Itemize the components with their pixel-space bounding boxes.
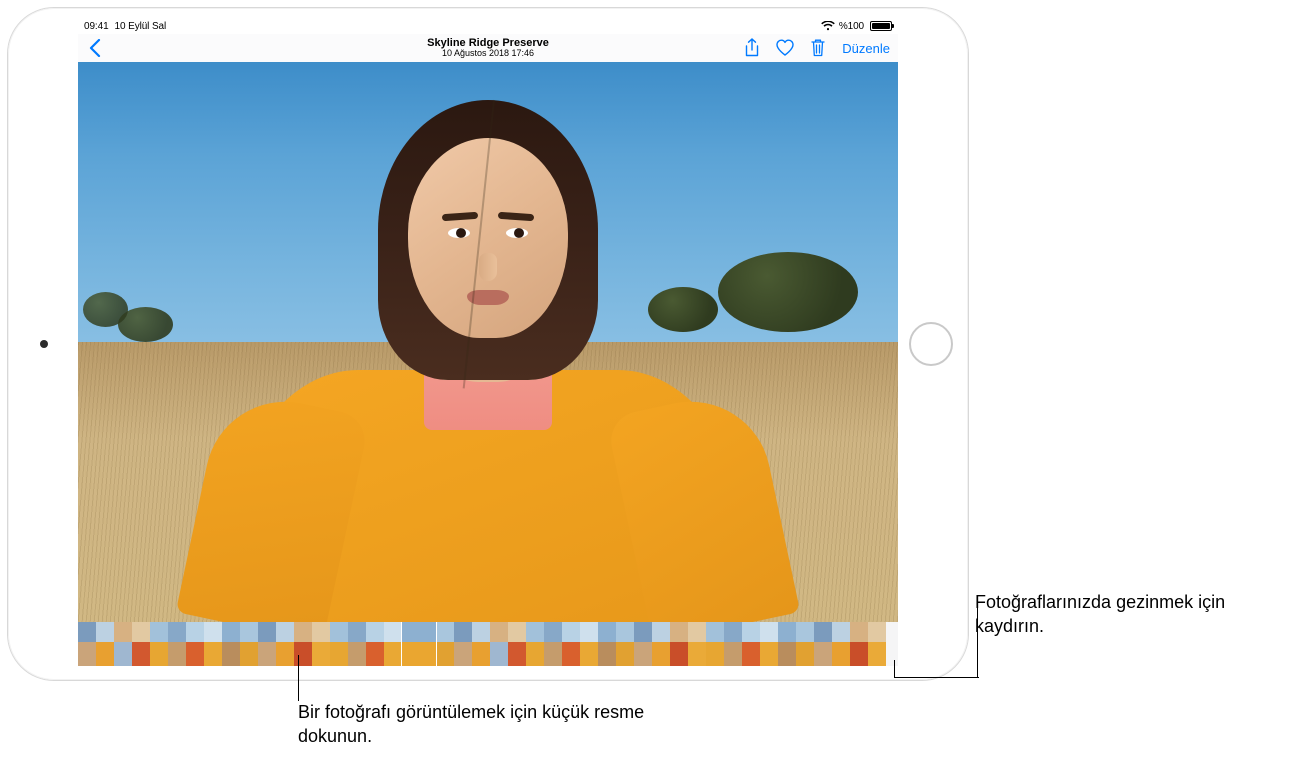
thumbnail[interactable] xyxy=(150,622,168,666)
thumbnail[interactable] xyxy=(778,622,796,666)
thumbnail[interactable] xyxy=(78,622,96,666)
thumbnail[interactable] xyxy=(652,622,670,666)
battery-icon xyxy=(870,21,892,31)
status-date: 10 Eylül Sal xyxy=(115,21,167,32)
thumbnail[interactable] xyxy=(240,622,258,666)
delete-button[interactable] xyxy=(808,38,828,58)
thumbnail[interactable] xyxy=(670,622,688,666)
thumbnail[interactable] xyxy=(312,622,330,666)
thumbnail[interactable] xyxy=(814,622,832,666)
thumbnail[interactable] xyxy=(760,622,778,666)
callout-leader-line xyxy=(894,660,895,678)
thumbnail[interactable] xyxy=(562,622,580,666)
thumbnail[interactable] xyxy=(96,622,114,666)
edit-button[interactable]: Düzenle xyxy=(842,41,890,56)
status-time: 09:41 xyxy=(84,21,109,32)
callout-leader-line xyxy=(894,677,979,678)
thumbnail[interactable] xyxy=(616,622,634,666)
thumbnail[interactable] xyxy=(204,622,222,666)
wifi-icon xyxy=(821,21,835,31)
home-button[interactable] xyxy=(909,322,953,366)
thumbnail[interactable] xyxy=(544,622,562,666)
thumbnail[interactable] xyxy=(526,622,544,666)
thumbnail[interactable] xyxy=(168,622,186,666)
thumbnail[interactable] xyxy=(436,622,454,666)
back-button[interactable] xyxy=(86,37,104,59)
thumbnail[interactable] xyxy=(580,622,598,666)
thumbnail[interactable] xyxy=(114,622,132,666)
thumbnail[interactable] xyxy=(348,622,366,666)
thumbnail[interactable] xyxy=(598,622,616,666)
ipad-device-frame: 09:41 10 Eylül Sal %100 Skyline Ridge Pr… xyxy=(8,8,968,680)
status-bar: 09:41 10 Eylül Sal %100 xyxy=(78,18,898,34)
thumbnail[interactable] xyxy=(508,622,526,666)
thumbnail[interactable] xyxy=(186,622,204,666)
thumbnail[interactable] xyxy=(366,622,384,666)
thumbnail[interactable] xyxy=(472,622,490,666)
thumbnail[interactable] xyxy=(222,622,240,666)
callout-tap-thumbnail: Bir fotoğrafı görüntülemek için küçük re… xyxy=(298,700,658,749)
thumbnail[interactable] xyxy=(258,622,276,666)
thumbnail[interactable] xyxy=(796,622,814,666)
screen: 09:41 10 Eylül Sal %100 Skyline Ridge Pr… xyxy=(78,18,898,670)
thumbnail[interactable] xyxy=(294,622,312,666)
favorite-button[interactable] xyxy=(775,39,795,57)
share-button[interactable] xyxy=(742,38,762,58)
thumbnail[interactable] xyxy=(742,622,760,666)
thumbnail[interactable] xyxy=(276,622,294,666)
thumbnail[interactable] xyxy=(832,622,850,666)
thumbnail[interactable] xyxy=(850,622,868,666)
thumbnail[interactable] xyxy=(490,622,508,666)
thumbnail[interactable] xyxy=(634,622,652,666)
thumbnail[interactable] xyxy=(688,622,706,666)
front-camera xyxy=(40,340,48,348)
thumbnail[interactable] xyxy=(330,622,348,666)
thumbnail[interactable] xyxy=(706,622,724,666)
thumbnail-strip[interactable] xyxy=(78,622,898,666)
main-photo[interactable] xyxy=(78,62,898,622)
callout-leader-line xyxy=(298,655,299,701)
thumbnail[interactable] xyxy=(454,622,472,666)
thumbnail[interactable] xyxy=(384,622,402,666)
callout-swipe-browse: Fotoğraflarınızda gezinmek için kaydırın… xyxy=(975,590,1285,639)
nav-bar: Skyline Ridge Preserve 10 Ağustos 2018 1… xyxy=(78,34,898,62)
thumbnail[interactable] xyxy=(868,622,886,666)
battery-percent: %100 xyxy=(839,21,864,32)
nav-title-group: Skyline Ridge Preserve 10 Ağustos 2018 1… xyxy=(427,37,549,59)
photo-date-subtitle: 10 Ağustos 2018 17:46 xyxy=(427,49,549,59)
thumbnail[interactable] xyxy=(724,622,742,666)
thumbnail[interactable] xyxy=(132,622,150,666)
thumbnail[interactable] xyxy=(402,622,436,666)
